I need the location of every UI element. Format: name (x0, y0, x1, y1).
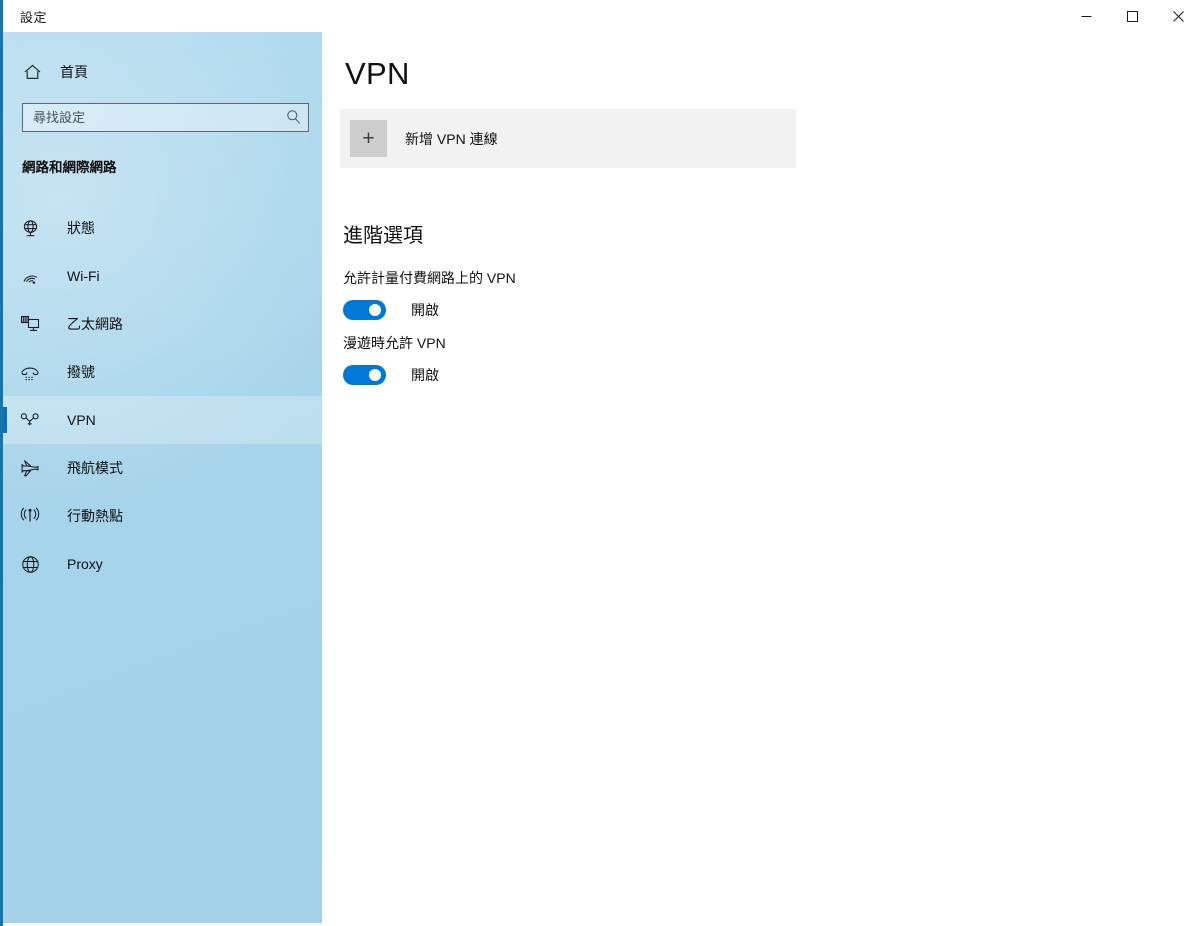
sidebar-item-label: 撥號 (67, 364, 95, 380)
setting-label: 漫遊時允許 VPN (343, 335, 446, 351)
title-bar: 設定 (3, 0, 1201, 32)
sidebar-item-ethernet[interactable]: 乙太網路 (3, 300, 322, 348)
search-input[interactable] (22, 103, 309, 132)
hotspot-icon (18, 504, 42, 528)
toggle-row: 開啟 (343, 365, 446, 385)
sidebar-home-label: 首頁 (60, 64, 88, 80)
main-content: VPN + 新增 VPN 連線 進階選項 允許計量付費網路上的 VPN 開啟 漫… (322, 32, 1201, 926)
minimize-button[interactable] (1063, 0, 1109, 32)
sidebar-item-label: Wi-Fi (67, 268, 100, 284)
sidebar-item-label: VPN (67, 412, 96, 428)
close-icon (1172, 10, 1184, 22)
window-controls (1063, 0, 1201, 32)
wifi-icon (18, 264, 42, 288)
setting-allow-vpn-metered: 允許計量付費網路上的 VPN 開啟 (343, 268, 516, 320)
sidebar-item-wifi[interactable]: Wi-Fi (3, 252, 322, 300)
sidebar-item-mobile-hotspot[interactable]: 行動熱點 (3, 492, 322, 540)
toggle-allow-vpn-metered[interactable] (343, 300, 386, 320)
vpn-key-icon (18, 408, 42, 432)
toggle-knob (369, 304, 381, 316)
page-title: VPN (345, 56, 410, 91)
sidebar-category-heading: 網路和網際網路 (22, 160, 117, 175)
sidebar-item-home[interactable]: 首頁 (11, 56, 311, 88)
window-title: 設定 (20, 10, 48, 25)
sidebar-item-label: Proxy (67, 556, 103, 572)
sidebar-item-status[interactable]: 狀態 (3, 204, 322, 252)
sidebar-item-label: 飛航模式 (67, 460, 123, 476)
toggle-state-label: 開啟 (411, 302, 439, 318)
setting-allow-vpn-roaming: 漫遊時允許 VPN 開啟 (343, 333, 446, 385)
sidebar-item-dialup[interactable]: 撥號 (3, 348, 322, 396)
sidebar-item-label: 行動熱點 (67, 508, 123, 524)
search-box[interactable] (22, 103, 309, 132)
settings-window: 首頁 網路和網際網路 (0, 0, 1201, 926)
sidebar-item-label: 乙太網路 (67, 316, 123, 332)
advanced-options-heading: 進階選項 (343, 225, 423, 247)
home-icon (21, 64, 43, 80)
sidebar-item-label: 狀態 (67, 220, 95, 236)
toggle-state-label: 開啟 (411, 367, 439, 383)
sidebar-nav-list: 狀態 Wi-Fi 乙太網路 撥號 VPN 飛航模式 行動熱點 Proxy (3, 204, 322, 588)
maximize-button[interactable] (1109, 0, 1155, 32)
sidebar-item-airplane-mode[interactable]: 飛航模式 (3, 444, 322, 492)
maximize-icon (1126, 10, 1138, 22)
minimize-icon (1081, 15, 1091, 17)
airplane-icon (18, 456, 42, 480)
toggle-knob (369, 369, 381, 381)
globe-icon (18, 552, 42, 576)
toggle-allow-vpn-roaming[interactable] (343, 365, 386, 385)
plus-icon: + (350, 120, 387, 157)
sidebar: 首頁 網路和網際網路 (3, 0, 322, 923)
add-vpn-connection-button[interactable]: + 新增 VPN 連線 (340, 109, 796, 168)
sidebar-item-proxy[interactable]: Proxy (3, 540, 322, 588)
plus-glyph: + (362, 127, 375, 150)
close-button[interactable] (1155, 0, 1201, 32)
globe-status-icon (18, 216, 42, 240)
dialup-phone-icon (18, 360, 42, 384)
toggle-row: 開啟 (343, 300, 516, 320)
ethernet-icon (18, 312, 42, 336)
add-vpn-connection-label: 新增 VPN 連線 (405, 130, 498, 147)
sidebar-item-vpn[interactable]: VPN (3, 396, 322, 444)
setting-label: 允許計量付費網路上的 VPN (343, 270, 516, 286)
